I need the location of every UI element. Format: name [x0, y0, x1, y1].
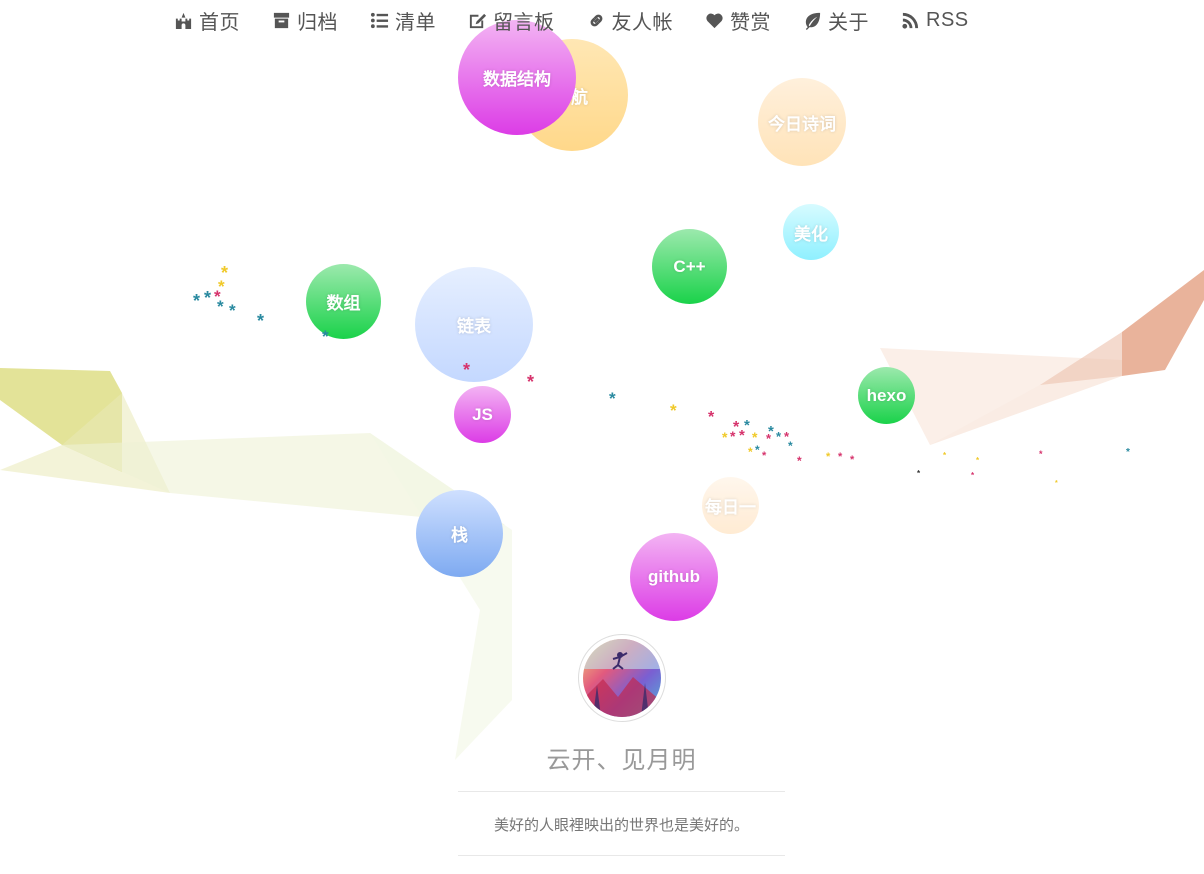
tag-label: 数组 [326, 294, 361, 313]
nav-archive-label: 归档 [297, 11, 338, 34]
nav-rss-label: RSS [926, 8, 969, 31]
tag-bubble-stack[interactable]: 栈 [416, 490, 503, 577]
star-decoration: * [752, 429, 758, 445]
tag-label: 链表 [457, 317, 491, 336]
tag-label: github [648, 567, 700, 586]
star-decoration: * [776, 429, 782, 444]
star-decoration: * [971, 471, 975, 480]
nav-archive[interactable]: 归档 [272, 6, 338, 35]
tag-bubble-daily[interactable]: 每日一 [702, 477, 759, 534]
star-decoration: * [755, 443, 760, 457]
star-decoration: * [257, 311, 265, 331]
tag-label: JS [472, 404, 493, 424]
tag-bubble-hexo[interactable]: hexo [858, 367, 915, 424]
site-title: 云开、见月明 [546, 747, 697, 774]
star-decoration: * [609, 389, 616, 408]
tag-label: hexo [866, 385, 907, 405]
link-icon [590, 14, 602, 26]
star-decoration: * [229, 301, 236, 320]
divider-bottom [458, 855, 785, 856]
star-decoration: * [1039, 449, 1043, 459]
star-decoration: * [826, 451, 831, 463]
star-decoration: * [1055, 480, 1058, 487]
star-decoration: * [762, 450, 767, 462]
avatar-image [583, 639, 661, 717]
tag-bubble-daily-poem[interactable]: 今日诗词 [758, 78, 846, 166]
star-decoration: * [797, 454, 802, 468]
star-decoration: * [193, 291, 201, 311]
nav-home-label: 首页 [199, 11, 240, 34]
top-navigation: 首页 归档 清单 留言板 友人帐 赞赏 关于 RSS [174, 6, 1001, 34]
nav-guestbook-label: 留言板 [493, 11, 555, 34]
tag-label: 美化 [794, 224, 828, 244]
star-decoration: * [1126, 447, 1130, 458]
tag-label: 每日一 [705, 498, 756, 517]
star-decoration: * [722, 429, 728, 445]
star-decoration: * [670, 401, 677, 420]
nav-friends-label: 友人帐 [611, 11, 673, 34]
tag-label: 栈 [451, 526, 468, 545]
nav-guestbook[interactable]: 留言板 [468, 6, 555, 35]
edit-icon [469, 13, 487, 28]
star-decoration: * [730, 428, 736, 444]
castle-icon [175, 12, 192, 29]
star-decoration: * [204, 288, 212, 308]
star-decoration: * [838, 451, 843, 463]
tag-bubble-linked-list[interactable]: 链表 [415, 267, 533, 382]
star-decoration: * [322, 327, 329, 346]
star-decoration: * [850, 454, 855, 466]
divider-top [458, 791, 785, 792]
star-decoration: * [943, 451, 947, 460]
tag-label: 今日诗词 [768, 114, 836, 134]
nav-donate[interactable]: 赞赏 [705, 6, 771, 35]
nav-list[interactable]: 清单 [370, 6, 436, 35]
archive-icon [273, 12, 290, 28]
nav-home[interactable]: 首页 [174, 6, 240, 35]
tag-label: C++ [673, 256, 706, 276]
rss-icon [902, 12, 919, 29]
tag-bubble-data-structure[interactable]: 数据结构 [458, 20, 576, 135]
star-decoration: * [708, 409, 715, 426]
list-icon [370, 12, 389, 28]
star-decoration: * [748, 445, 753, 459]
star-decoration: * [766, 431, 772, 446]
star-decoration: * [788, 439, 793, 453]
leaf-icon [805, 12, 821, 30]
star-decoration: * [217, 297, 224, 316]
star-decoration: * [527, 372, 535, 392]
star-decoration: * [976, 456, 980, 465]
nav-about-label: 关于 [828, 11, 869, 34]
star-decoration: * [463, 360, 471, 380]
nav-rss[interactable]: RSS [901, 9, 969, 32]
nav-donate-label: 赞赏 [730, 11, 771, 34]
star-decoration: * [739, 427, 745, 444]
tag-bubble-github[interactable]: github [630, 533, 718, 621]
star-decoration: * [917, 469, 921, 478]
nav-about[interactable]: 关于 [803, 6, 869, 35]
heart-icon [706, 13, 723, 28]
nav-list-label: 清单 [395, 11, 436, 34]
site-motto: 美好的人眼裡映出的世界也是美好的。 [493, 817, 749, 834]
tag-bubble-cpp[interactable]: C++ [652, 229, 727, 304]
tag-label: 数据结构 [483, 70, 551, 89]
tag-bubble-js[interactable]: JS [454, 386, 511, 443]
tag-bubble-array[interactable]: 数组 [306, 264, 381, 339]
nav-friends[interactable]: 友人帐 [587, 6, 674, 35]
avatar[interactable] [578, 634, 666, 722]
tag-bubble-beautify[interactable]: 美化 [783, 204, 839, 260]
